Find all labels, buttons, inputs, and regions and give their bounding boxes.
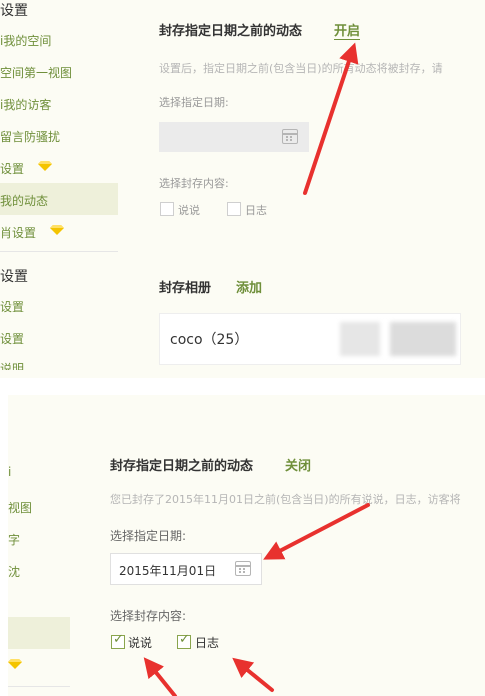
arrow-to-date-input (263, 503, 370, 560)
arrow-to-rizhi (232, 657, 274, 692)
arrow-to-shuoshuo (143, 657, 177, 696)
annotation-arrows (143, 42, 370, 696)
arrow-to-toggle-on (303, 42, 359, 195)
